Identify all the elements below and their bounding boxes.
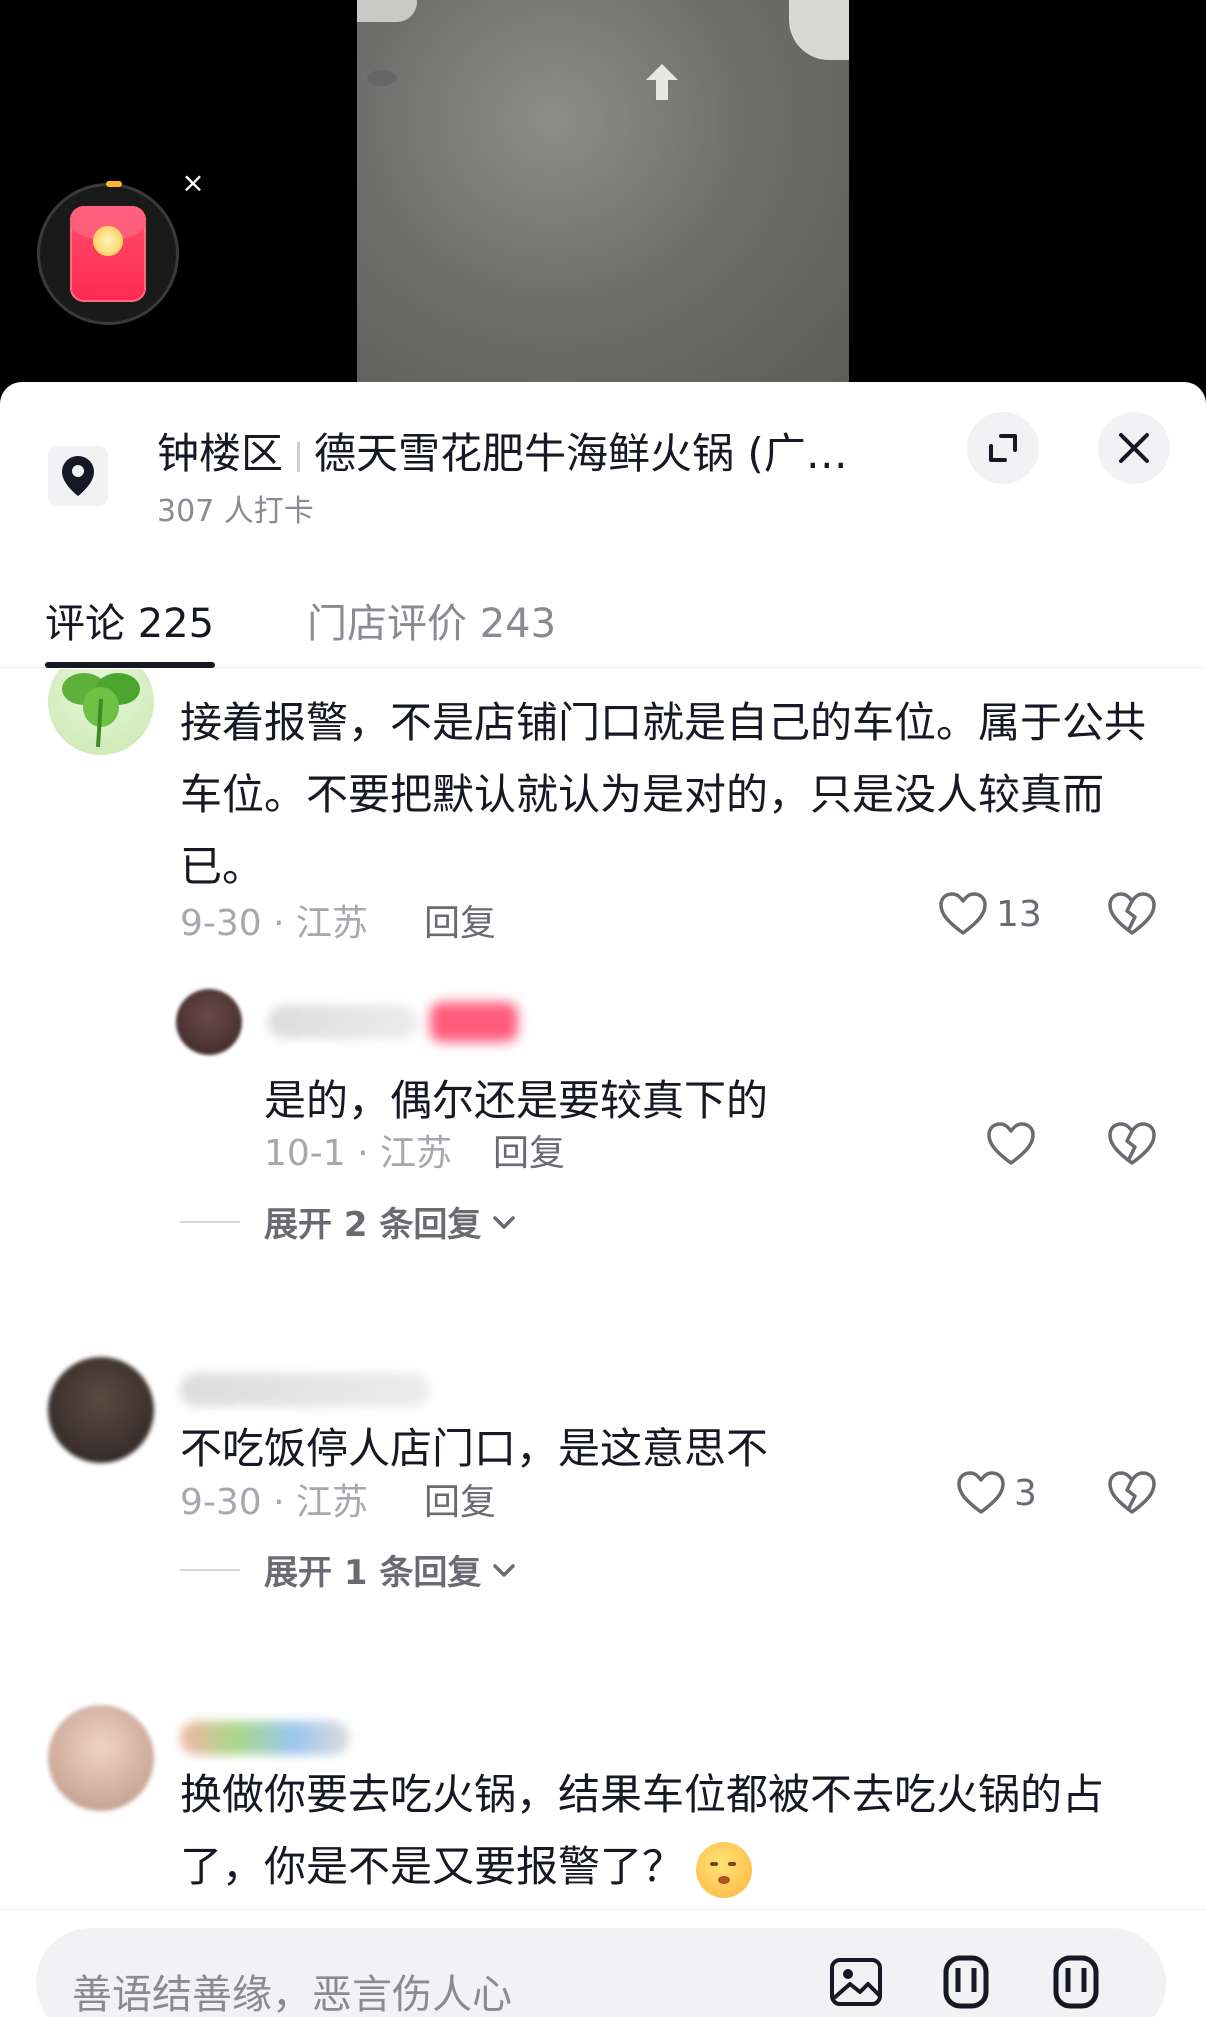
tab-bar: 评论 225 门店评价 243 <box>0 592 1206 668</box>
video-frame[interactable] <box>357 0 849 400</box>
reply-button[interactable]: 回复 <box>424 1473 496 1525</box>
expand-divider <box>180 1568 240 1571</box>
heart-icon[interactable] <box>986 1121 1036 1167</box>
location-name: 德天雪花肥牛海鲜火锅 (广… <box>314 429 848 478</box>
red-packet-tab <box>106 181 122 187</box>
reply-meta: 10-1 · 江苏 <box>264 1133 453 1174</box>
reply-button[interactable]: 回复 <box>493 1124 565 1176</box>
avatar[interactable] <box>48 1357 154 1463</box>
red-packet-close-icon[interactable]: × <box>180 169 206 197</box>
chevron-down-icon <box>493 1563 516 1577</box>
avatar[interactable] <box>176 989 242 1055</box>
emoji-icon[interactable] <box>1046 1952 1106 2012</box>
comment-meta: 9-30 · 江苏 <box>180 903 369 944</box>
tab-store-reviews[interactable]: 门店评价 243 <box>307 592 556 656</box>
close-icon <box>1119 433 1149 463</box>
reply-button[interactable]: 回复 <box>424 894 496 946</box>
checkin-count: 307 人打卡 <box>157 494 314 529</box>
expand-label: 展开 1 条回复 <box>264 1553 482 1593</box>
expand-button[interactable] <box>967 412 1039 484</box>
red-packet-icon <box>70 206 146 302</box>
kissing-emoji-icon <box>696 1841 753 1898</box>
red-packet-button[interactable] <box>37 183 179 325</box>
tab-indicator <box>45 662 215 668</box>
at-mention-icon[interactable] <box>936 1952 996 2012</box>
title-divider <box>297 441 301 472</box>
comment-body: 换做你要去吃火锅，结果车位都被不去吃火锅的占了，你是不是又要报警了？ <box>180 1770 1105 1891</box>
video-post <box>789 0 849 60</box>
comment-meta: 9-30 · 江苏 <box>180 1482 369 1523</box>
road-arrow-icon <box>646 64 678 100</box>
clover-icon <box>62 673 140 748</box>
comment-text: 接着报警，不是店铺门口就是自己的车位。属于公共车位。不要把默认就认为是对的，只是… <box>180 698 1147 891</box>
reply-username[interactable] <box>268 1005 418 1039</box>
location-district: 钟楼区 <box>157 429 284 478</box>
like-button[interactable]: 3 <box>956 1470 1037 1516</box>
comment-list[interactable]: 接着报警，不是店铺门口就是自己的车位。属于公共车位。不要把默认就认为是对的，只是… <box>0 669 1206 1909</box>
broken-heart-icon[interactable] <box>1107 1121 1157 1167</box>
heart-icon <box>957 1471 1005 1514</box>
expand-replies-button[interactable]: 展开 2 条回复 <box>180 1197 519 1246</box>
like-count: 3 <box>1014 1472 1037 1514</box>
comment-panel: 钟楼区 德天雪花肥牛海鲜火锅 (广… 307 人打卡 评论 225 门店评价 24… <box>0 382 1206 2017</box>
chevron-down-icon <box>493 1215 516 1229</box>
comment-username[interactable] <box>180 1373 430 1407</box>
avatar[interactable] <box>48 1705 154 1811</box>
comment-text: 换做你要去吃火锅，结果车位都被不去吃火锅的占了，你是不是又要报警了？ <box>180 1759 1160 1903</box>
expand-icon <box>989 434 1017 462</box>
comment-input-bar: 善语结善缘，恶言伤人心 <box>0 1909 1206 2017</box>
broken-heart-icon[interactable] <box>1107 891 1157 937</box>
location-title[interactable]: 钟楼区 德天雪花肥牛海鲜火锅 (广… <box>157 426 917 482</box>
expand-divider <box>180 1220 240 1223</box>
expand-label: 展开 2 条回复 <box>264 1205 482 1245</box>
image-icon[interactable] <box>826 1952 886 2012</box>
comment-input-placeholder: 善语结善缘，恶言伤人心 <box>72 1972 512 2017</box>
heart-icon <box>939 892 987 935</box>
video-area[interactable]: × <box>0 0 1206 400</box>
like-count: 13 <box>996 893 1042 935</box>
author-tag <box>430 1002 518 1042</box>
like-button[interactable]: 13 <box>938 891 1042 937</box>
close-button[interactable] <box>1098 412 1170 484</box>
comment-input[interactable]: 善语结善缘，恶言伤人心 <box>36 1928 1166 2017</box>
broken-heart-icon[interactable] <box>1107 1470 1157 1516</box>
video-curb <box>357 0 417 22</box>
video-manhole <box>367 70 397 86</box>
avatar[interactable] <box>48 669 154 755</box>
comment-username[interactable] <box>180 1721 350 1755</box>
tab-comments[interactable]: 评论 225 <box>45 592 214 656</box>
location-pin-icon <box>48 446 108 506</box>
expand-replies-button[interactable]: 展开 1 条回复 <box>180 1545 519 1594</box>
